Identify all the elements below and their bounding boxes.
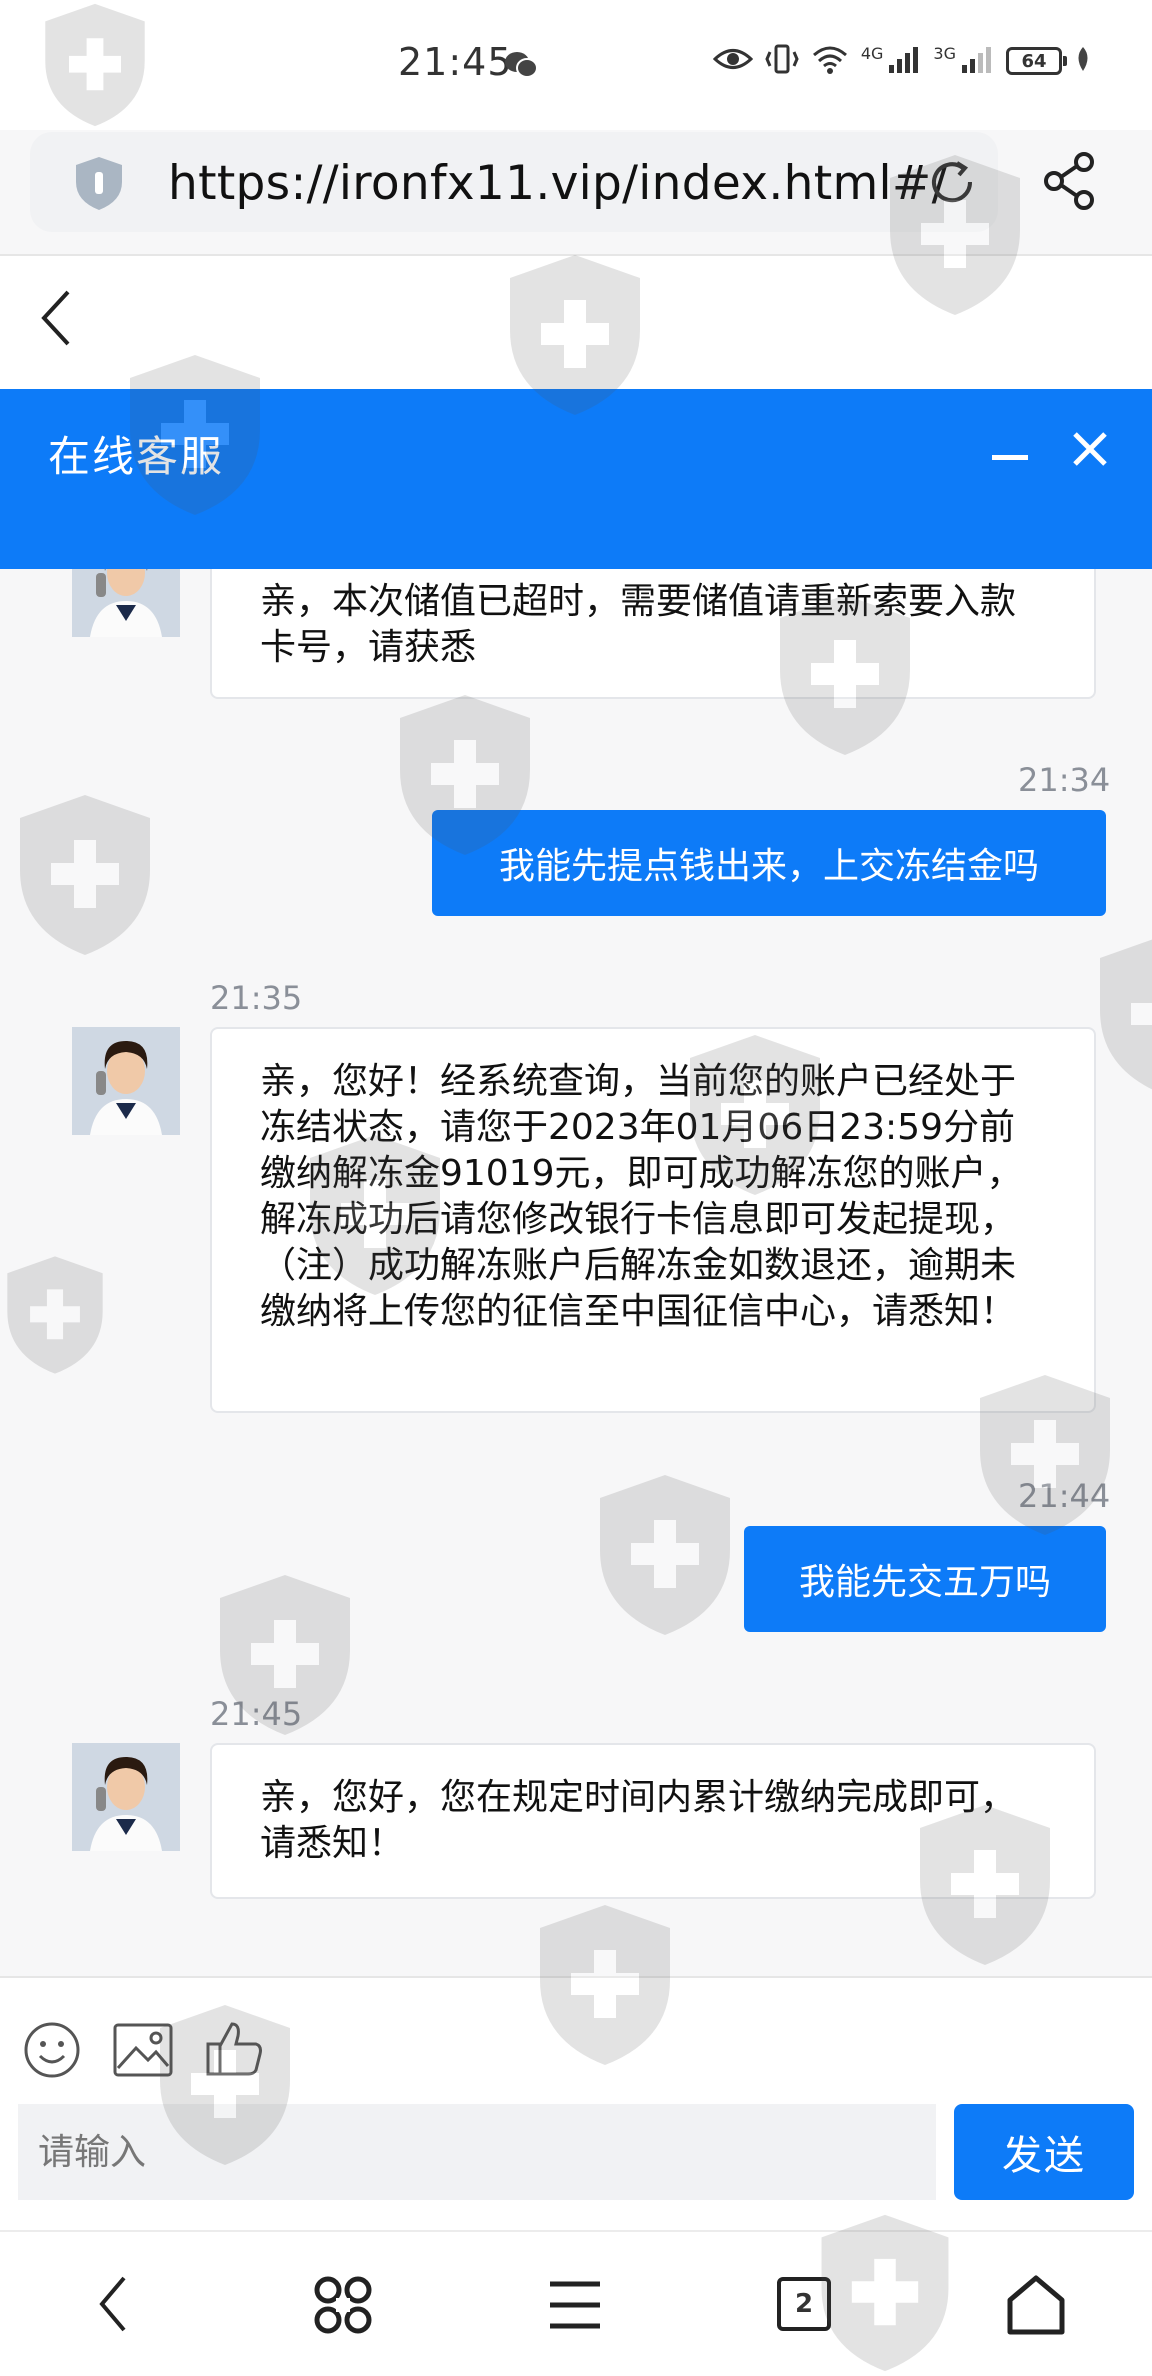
message-text: 我能先提点钱出来，上交冻结金吗: [498, 846, 1039, 887]
message-text: 亲，本次储值已超时，需要储值请重新索要入款卡号，请获悉: [260, 581, 1017, 668]
shield-icon[interactable]: [70, 154, 128, 216]
message-text: 我能先交五万吗: [798, 1562, 1051, 1603]
browser-bottom-nav: 2: [0, 2230, 1152, 2376]
chat-message-list[interactable]: 亲，本次储值已超时，需要储值请重新索要入款卡号，请获悉 21:34 我能先提点钱…: [0, 569, 1152, 1976]
chat-title: 在线客服: [48, 432, 225, 481]
agent-avatar: [72, 1027, 180, 1135]
menu-icon[interactable]: [548, 2280, 602, 2334]
minimize-icon[interactable]: [992, 439, 1028, 475]
chat-input-area: 发送: [0, 1976, 1152, 2230]
image-icon[interactable]: [112, 2022, 174, 2082]
chat-header: 在线客服: [0, 389, 1152, 569]
status-bar: 21:45 4G 3G 64: [0, 0, 1152, 130]
agent-message-bubble: 亲，您好，您在规定时间内累计缴纳完成即可，请悉知！: [210, 1743, 1096, 1899]
message-time: 21:35: [210, 979, 303, 1017]
url-text[interactable]: https://ironfx11.vip/index.html#/: [168, 156, 948, 211]
chat-app-icon: [504, 50, 538, 84]
battery-icon: 64: [1006, 47, 1067, 75]
message-time: 21:34: [1018, 761, 1111, 799]
user-message-bubble: 我能先交五万吗: [744, 1526, 1106, 1632]
emoji-icon[interactable]: [22, 2020, 82, 2084]
wifi-icon: [811, 44, 849, 78]
command-icon[interactable]: [312, 2274, 374, 2340]
signal-icon: [887, 45, 921, 77]
tab-count: 2: [794, 2289, 814, 2319]
reload-icon[interactable]: [925, 155, 979, 213]
send-button[interactable]: 发送: [954, 2104, 1134, 2200]
share-icon[interactable]: [1040, 150, 1102, 216]
home-icon[interactable]: [1004, 2272, 1068, 2340]
tabs-icon[interactable]: 2: [776, 2276, 832, 2332]
page-nav-bar: [0, 256, 1152, 389]
vibrate-icon: [765, 44, 799, 78]
message-input[interactable]: [18, 2104, 936, 2200]
nav-back-icon[interactable]: [92, 2272, 132, 2340]
close-icon[interactable]: [1070, 429, 1110, 473]
agent-message-bubble: 亲，您好！经系统查询，当前您的账户已经处于冻结状态，请您于2023年01月06日…: [210, 1027, 1096, 1413]
agent-avatar: [72, 1743, 180, 1851]
status-time: 21:45: [398, 40, 513, 84]
message-text: 亲，您好！经系统查询，当前您的账户已经处于冻结状态，请您于2023年01月06日…: [260, 1061, 1023, 1332]
message-text: 亲，您好，您在规定时间内累计缴纳完成即可，请悉知！: [260, 1777, 1017, 1864]
back-icon[interactable]: [38, 288, 74, 352]
agent-avatar: [72, 569, 180, 637]
eye-icon: [712, 46, 754, 76]
user-message-bubble: 我能先提点钱出来，上交冻结金吗: [432, 810, 1106, 916]
status-icons: 4G 3G 64: [712, 44, 1092, 78]
thumbs-up-icon[interactable]: [204, 2018, 264, 2082]
leaf-icon: [1074, 45, 1092, 77]
message-time: 21:45: [210, 1695, 303, 1733]
signal-icon-2: [960, 45, 994, 77]
network-label-1: 4G: [860, 44, 884, 63]
network-label-2: 3G: [933, 44, 956, 63]
message-time: 21:44: [1018, 1477, 1111, 1515]
agent-message-bubble: 亲，本次储值已超时，需要储值请重新索要入款卡号，请获悉: [210, 569, 1096, 699]
address-bar[interactable]: https://ironfx11.vip/index.html#/: [30, 132, 998, 232]
